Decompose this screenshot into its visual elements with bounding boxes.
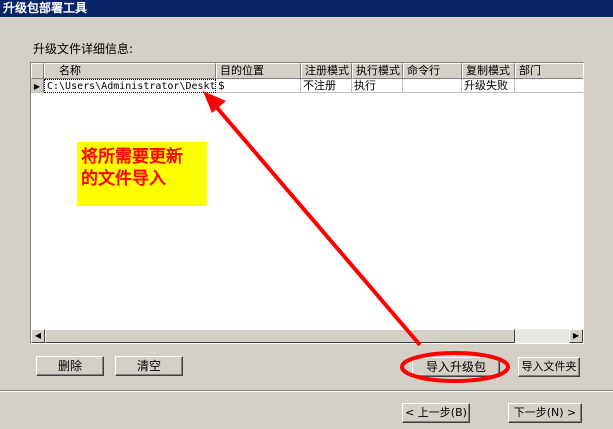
cell-copy[interactable]: 升级失败 (462, 79, 515, 93)
window-title: 升级包部署工具 (0, 0, 613, 17)
clear-button[interactable]: 清空 (115, 356, 183, 376)
cell-dest[interactable]: $ (216, 79, 301, 93)
column-header-dest[interactable]: 目的位置 (216, 63, 301, 79)
scroll-thumb[interactable] (45, 329, 515, 343)
column-header-name[interactable]: 名称 (44, 63, 216, 79)
annotation-line-2: 的文件导入 (81, 169, 166, 189)
annotation-callout: 将所需要更新 的文件导入 (77, 142, 207, 206)
cell-cmd[interactable] (403, 79, 462, 93)
grid-header: 名称 目的位置 注册模式 执行模式 命令行 复制模式 部门 (31, 63, 583, 79)
cell-register[interactable]: 不注册 (301, 79, 352, 93)
cell-exec[interactable]: 执行 (352, 79, 403, 93)
column-header-dept[interactable]: 部门 (515, 63, 583, 79)
divider (0, 390, 613, 392)
cell-dept[interactable] (515, 79, 583, 93)
delete-button[interactable]: 删除 (36, 356, 104, 376)
import-folder-button[interactable]: 导入文件夹 (518, 357, 580, 377)
column-header-exec[interactable]: 执行模式 (352, 63, 403, 79)
column-header-register[interactable]: 注册模式 (301, 63, 352, 79)
column-header-cmd[interactable]: 命令行 (403, 63, 462, 79)
row-indicator: ▶ (31, 79, 44, 93)
cell-name[interactable]: C:\Users\Administrator\Deskto... (44, 79, 216, 93)
scroll-right-button[interactable]: ▶ (569, 329, 583, 343)
next-button[interactable]: 下一步(N) > (508, 403, 582, 423)
arrow-right-icon: ▶ (572, 331, 580, 340)
import-package-button[interactable]: 导入升级包 (412, 357, 500, 377)
header-corner (31, 63, 44, 79)
table-row[interactable]: ▶ C:\Users\Administrator\Deskto... $ 不注册… (31, 79, 583, 93)
section-label: 升级文件详细信息: (33, 42, 134, 56)
scroll-left-button[interactable]: ◀ (31, 329, 45, 343)
row-pointer-icon: ▶ (33, 82, 41, 91)
annotation-line-1: 将所需要更新 (81, 147, 183, 167)
arrow-left-icon: ◀ (34, 331, 42, 340)
column-header-copy[interactable]: 复制模式 (462, 63, 515, 79)
back-button[interactable]: < 上一步(B) (402, 403, 470, 423)
horizontal-scrollbar[interactable]: ◀ ▶ (31, 329, 583, 343)
